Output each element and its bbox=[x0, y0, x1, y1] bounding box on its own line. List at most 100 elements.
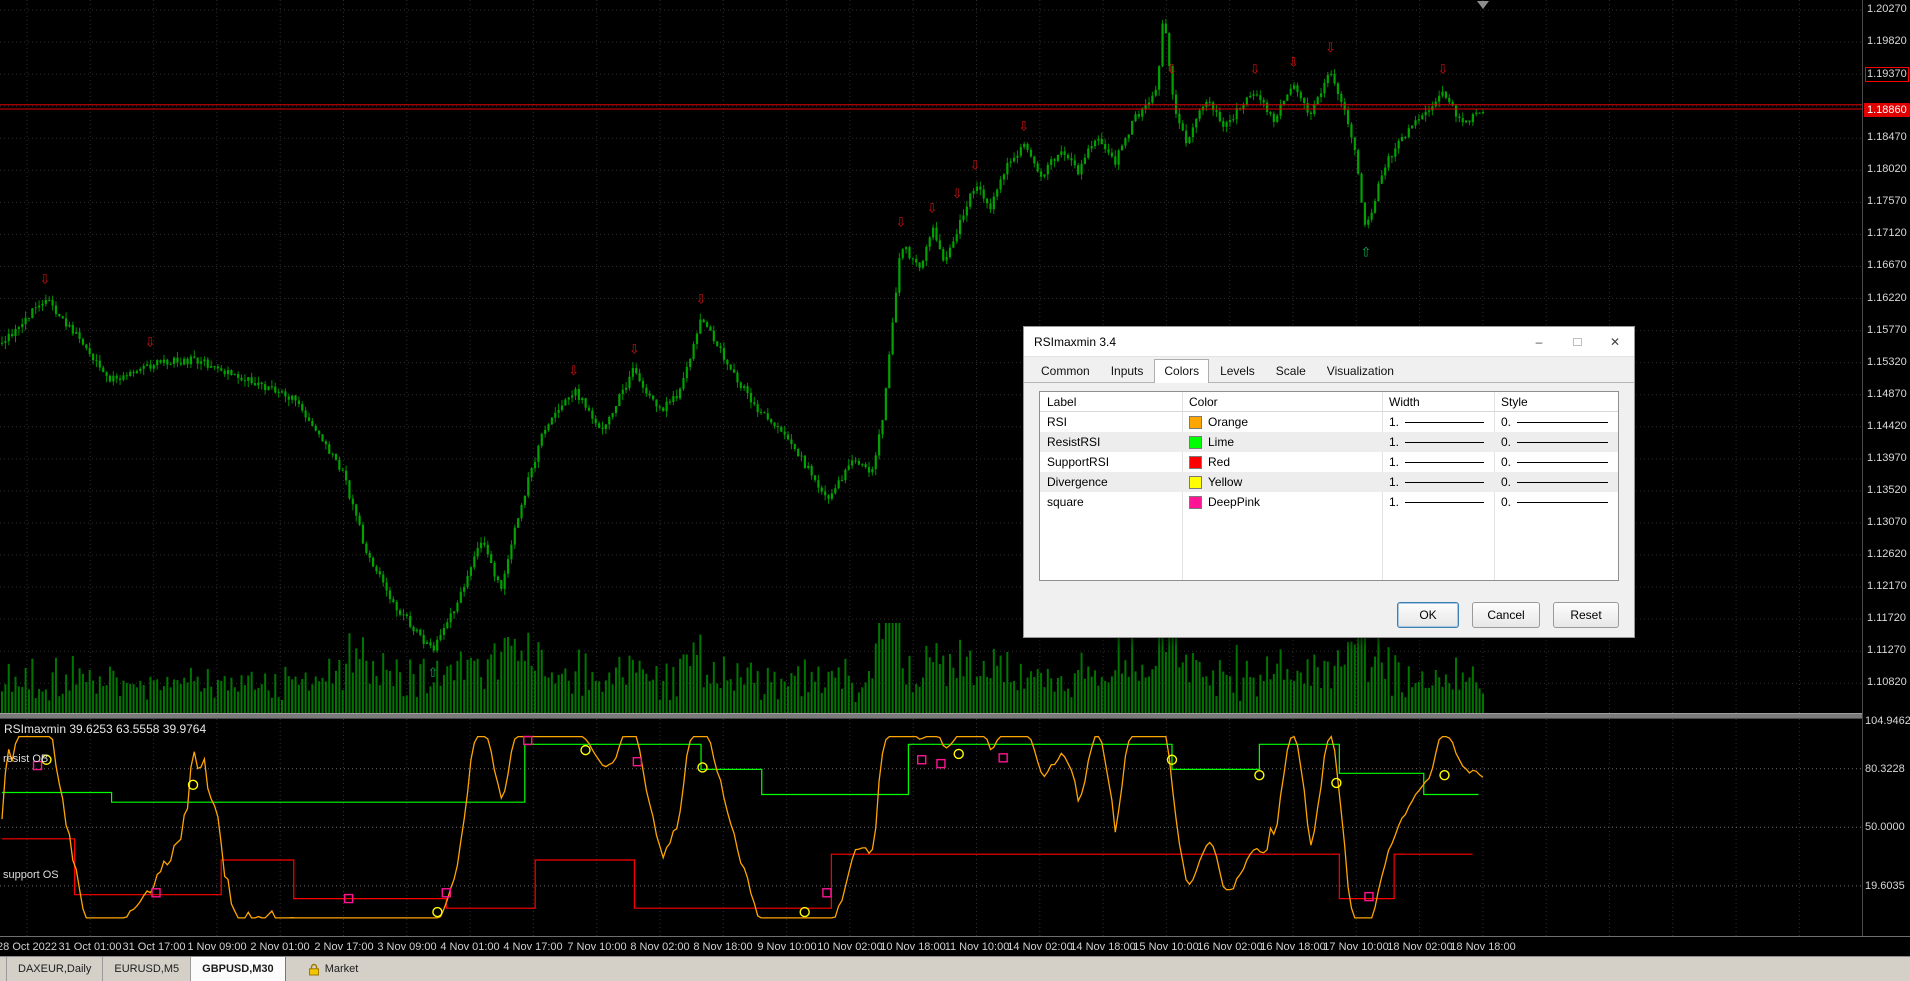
column-header-width[interactable]: Width bbox=[1382, 392, 1494, 411]
color-swatch[interactable] bbox=[1189, 495, 1202, 509]
color-swatch[interactable] bbox=[1189, 475, 1202, 489]
color-table-row-square[interactable]: square DeepPink 1. 0. bbox=[1040, 492, 1618, 512]
chart-tab-eurusd-m5[interactable]: EURUSD,M5 bbox=[103, 957, 192, 981]
row-color-cell[interactable]: Orange bbox=[1182, 412, 1382, 432]
row-width-cell[interactable]: 1. bbox=[1382, 472, 1494, 492]
row-style-cell[interactable]: 0. bbox=[1494, 432, 1618, 452]
time-axis[interactable]: 28 Oct 2022 31 Oct 01:00 31 Oct 17:00 1 Nov… bbox=[0, 936, 1910, 956]
reset-button[interactable]: Reset bbox=[1553, 602, 1619, 628]
chart-tabs: DAXEUR,Daily EURUSD,M5 GBPUSD,M30 bbox=[0, 957, 286, 981]
price-scale-label: 1.16220 bbox=[1867, 292, 1907, 304]
svg-text:⇩: ⇩ bbox=[1167, 61, 1178, 76]
color-table-row-resistrsi[interactable]: ResistRSI Lime 1. 0. bbox=[1040, 432, 1618, 452]
svg-text:⇩: ⇩ bbox=[896, 215, 907, 230]
close-icon[interactable]: ✕ bbox=[1596, 327, 1634, 356]
style-line-sample bbox=[1517, 421, 1608, 423]
price-scale-label: 1.20270 bbox=[1867, 3, 1907, 15]
svg-text:⇧: ⇧ bbox=[428, 665, 439, 680]
maximize-icon[interactable] bbox=[1558, 327, 1596, 356]
color-name: DeepPink bbox=[1208, 495, 1261, 509]
color-name: Yellow bbox=[1208, 475, 1243, 489]
row-width-cell[interactable]: 1. bbox=[1382, 492, 1494, 512]
style-line-sample bbox=[1517, 461, 1608, 463]
row-width-cell[interactable]: 1. bbox=[1382, 432, 1494, 452]
width-line-sample bbox=[1405, 441, 1484, 443]
color-name: Lime bbox=[1208, 435, 1235, 449]
row-width-cell[interactable]: 1. bbox=[1382, 452, 1494, 472]
color-name: Orange bbox=[1208, 415, 1249, 429]
dialog-title: RSImaxmin 3.4 bbox=[1034, 334, 1117, 349]
ok-button[interactable]: OK bbox=[1397, 602, 1459, 628]
price-scale-label: 1.13070 bbox=[1867, 516, 1907, 528]
svg-text:⇩: ⇩ bbox=[39, 272, 50, 287]
color-table-row-rsi[interactable]: RSI Orange 1. 0. bbox=[1040, 412, 1618, 432]
row-style-cell[interactable]: 0. bbox=[1494, 452, 1618, 472]
price-scale[interactable]: 1.18860 1.20270 1.19820 1.19370 1.18470 1.18… bbox=[1862, 0, 1910, 936]
style-value: 0. bbox=[1501, 415, 1512, 429]
tab-visualization[interactable]: Visualization bbox=[1317, 359, 1404, 382]
market-label: Market bbox=[324, 963, 359, 975]
tab-scale[interactable]: Scale bbox=[1266, 359, 1316, 382]
time-axis-label: 3 Nov 09:00 bbox=[377, 941, 437, 953]
chart-tab-gbpusd-m30[interactable]: GBPUSD,M30 bbox=[191, 957, 286, 981]
dialog-tab-strip: Common Inputs Colors Levels Scale Visualizati… bbox=[1024, 357, 1634, 383]
price-scale-label: 1.18020 bbox=[1867, 163, 1907, 175]
svg-text:⇩: ⇩ bbox=[696, 292, 707, 307]
row-width-cell[interactable]: 1. bbox=[1382, 412, 1494, 432]
market-panel-toggle[interactable]: Market bbox=[308, 957, 359, 981]
column-header-color[interactable]: Color bbox=[1182, 392, 1382, 411]
indicator-canvas[interactable] bbox=[0, 719, 1862, 936]
row-style-cell[interactable]: 0. bbox=[1494, 472, 1618, 492]
row-style-cell[interactable]: 0. bbox=[1494, 492, 1618, 512]
minimize-icon[interactable]: – bbox=[1520, 327, 1558, 356]
market-lock-icon bbox=[308, 963, 319, 975]
time-axis-label: 10 Nov 18:00 bbox=[880, 941, 946, 953]
color-swatch[interactable] bbox=[1189, 455, 1202, 469]
price-scale-label: 1.13970 bbox=[1867, 452, 1907, 464]
row-label: square bbox=[1047, 495, 1084, 509]
price-scale-label: 1.16670 bbox=[1867, 259, 1907, 271]
time-axis-label: 9 Nov 10:00 bbox=[757, 941, 817, 953]
price-scale-label-alert: 1.19370 bbox=[1865, 67, 1909, 82]
svg-text:⇩: ⇩ bbox=[952, 186, 963, 201]
tab-colors[interactable]: Colors bbox=[1154, 359, 1210, 383]
width-line-sample bbox=[1405, 461, 1484, 463]
width-line-sample bbox=[1405, 481, 1484, 483]
price-scale-label: 1.14420 bbox=[1867, 420, 1907, 432]
width-value: 1. bbox=[1389, 495, 1400, 509]
row-style-cell[interactable]: 0. bbox=[1494, 412, 1618, 432]
row-color-cell[interactable]: Lime bbox=[1182, 432, 1382, 452]
column-header-style[interactable]: Style bbox=[1494, 392, 1618, 411]
cancel-button[interactable]: Cancel bbox=[1472, 602, 1540, 628]
bid-price-badge: 1.18860 bbox=[1864, 103, 1910, 117]
color-name: Red bbox=[1208, 455, 1231, 469]
chart-tab-daxeur-daily[interactable]: DAXEUR,Daily bbox=[6, 957, 104, 981]
price-scale-label: 1.14870 bbox=[1867, 388, 1907, 400]
width-value: 1. bbox=[1389, 435, 1400, 449]
svg-text:⇩: ⇩ bbox=[568, 363, 579, 378]
dialog-titlebar[interactable]: RSImaxmin 3.4 – ✕ bbox=[1024, 327, 1634, 357]
style-value: 0. bbox=[1501, 435, 1512, 449]
tab-common[interactable]: Common bbox=[1031, 359, 1100, 382]
tab-levels[interactable]: Levels bbox=[1210, 359, 1265, 382]
indicator-scale-label: 50.0000 bbox=[1865, 821, 1905, 833]
status-bar: DAXEUR,Daily EURUSD,M5 GBPUSD,M30 Market bbox=[0, 956, 1910, 981]
column-header-label[interactable]: Label bbox=[1040, 392, 1182, 411]
tab-inputs[interactable]: Inputs bbox=[1101, 359, 1154, 382]
price-scale-label: 1.12620 bbox=[1867, 548, 1907, 560]
row-color-cell[interactable]: Yellow bbox=[1182, 472, 1382, 492]
row-color-cell[interactable]: DeepPink bbox=[1182, 492, 1382, 512]
time-axis-label: 2 Nov 17:00 bbox=[314, 941, 374, 953]
color-table-row-divergence[interactable]: Divergence Yellow 1. 0. bbox=[1040, 472, 1618, 492]
color-swatch[interactable] bbox=[1189, 435, 1202, 449]
indicator-title: RSImaxmin 39.6253 63.5558 39.9764 bbox=[4, 722, 207, 736]
price-scale-label: 1.12170 bbox=[1867, 580, 1907, 592]
price-scale-label: 1.11720 bbox=[1867, 612, 1906, 624]
row-label: Divergence bbox=[1047, 475, 1108, 489]
color-swatch[interactable] bbox=[1189, 415, 1202, 429]
svg-text:⇩: ⇩ bbox=[927, 200, 938, 215]
time-axis-label: 4 Nov 01:00 bbox=[440, 941, 500, 953]
indicator-pane[interactable]: RSImaxmin 39.6253 63.5558 39.9764 resist… bbox=[0, 719, 1862, 936]
color-table-row-supportrsi[interactable]: SupportRSI Red 1. 0. bbox=[1040, 452, 1618, 472]
row-color-cell[interactable]: Red bbox=[1182, 452, 1382, 472]
